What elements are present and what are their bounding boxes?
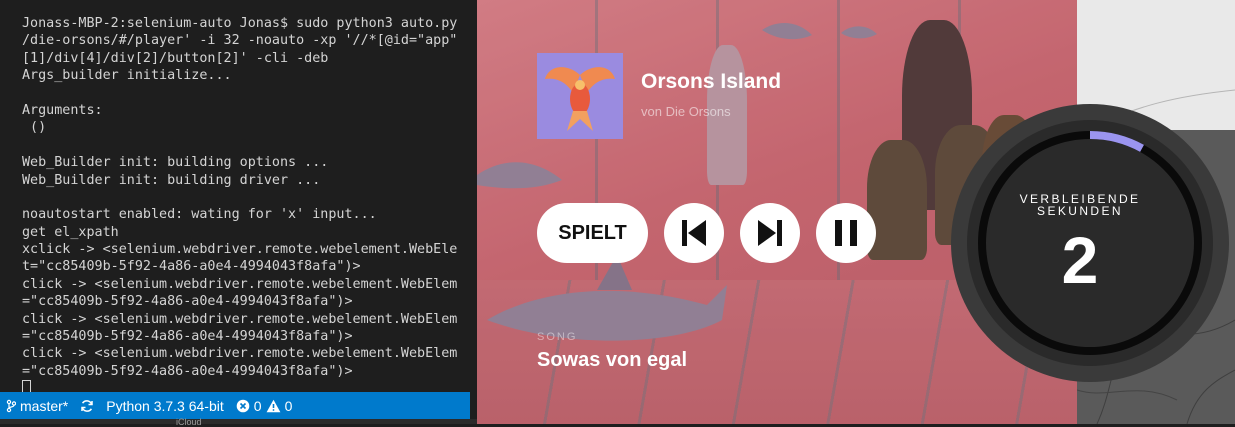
sync-icon: [80, 399, 94, 413]
song-title: Sowas von egal: [537, 349, 688, 371]
sync-button[interactable]: [74, 392, 100, 419]
terminal-line: Args_builder initialize...: [22, 68, 232, 84]
status-bar: master* Python 3.7.3 64-bit 0 0: [0, 392, 470, 419]
terminal-panel[interactable]: Jonass-MBP-2:selenium-auto Jonas$ sudo p…: [0, 0, 477, 392]
warning-icon: [266, 399, 281, 413]
countdown-label: VERBLEIBENDE SEKUNDEN: [1005, 193, 1155, 217]
terminal-line: xclick -> <selenium.webdriver.remote.web…: [22, 242, 458, 258]
terminal-line: Web_Builder init: building options ...: [22, 155, 329, 171]
next-button[interactable]: [740, 203, 800, 263]
pause-button[interactable]: [816, 203, 876, 263]
skip-next-icon: [758, 220, 782, 246]
skip-previous-icon: [682, 220, 706, 246]
warning-count: 0: [284, 397, 293, 414]
terminal-line: Web_Builder init: building driver ...: [22, 172, 321, 188]
git-branch-label: master*: [20, 397, 69, 414]
terminal-line: [1]/div[4]/div[2]/button[2]' -cli -deb: [22, 50, 329, 66]
terminal-line: click -> <selenium.webdriver.remote.webe…: [22, 346, 458, 362]
error-icon: [236, 399, 250, 413]
album-cover: [537, 53, 623, 139]
previous-button[interactable]: [664, 203, 724, 263]
phoenix-artwork-icon: [537, 53, 623, 139]
terminal-line: noautostart enabled: wating for 'x' inpu…: [22, 207, 377, 223]
pause-icon: [835, 220, 857, 246]
album-artist: von Die Orsons: [641, 104, 731, 119]
terminal-line: Arguments:: [22, 102, 103, 118]
dock-strip-label: iCloud: [176, 417, 202, 427]
terminal-line: (): [22, 120, 47, 136]
terminal-line: ="cc85409b-5f92-4a86-a0e4-4994043f8afa")…: [22, 329, 353, 345]
terminal-prompt-line[interactable]: [22, 380, 457, 392]
terminal-cursor: [22, 380, 31, 392]
album-title: Orsons Island: [641, 70, 782, 93]
terminal-line: click -> <selenium.webdriver.remote.webe…: [22, 276, 458, 292]
terminal-output: Jonass-MBP-2:selenium-auto Jonas$ sudo p…: [22, 15, 457, 392]
dock-strip: [0, 419, 477, 424]
terminal-line: get el_xpath: [22, 224, 119, 240]
song-caption: SONG: [537, 331, 578, 343]
terminal-line: t="cc85409b-5f92-4a86-a0e4-4994043f8afa"…: [22, 259, 361, 275]
python-interpreter-item[interactable]: Python 3.7.3 64-bit: [100, 392, 230, 419]
terminal-line: ="cc85409b-5f92-4a86-a0e4-4994043f8afa")…: [22, 294, 353, 310]
error-count: 0: [253, 397, 262, 414]
git-branch-item[interactable]: master*: [0, 392, 74, 419]
terminal-line: ="cc85409b-5f92-4a86-a0e4-4994043f8afa")…: [22, 363, 353, 379]
terminal-line: Jonass-MBP-2:selenium-auto Jonas$ sudo p…: [22, 16, 458, 31]
countdown-seconds: 2: [1061, 223, 1099, 297]
terminal-line: click -> <selenium.webdriver.remote.webe…: [22, 311, 458, 327]
playing-status-button[interactable]: SPIELT: [537, 203, 648, 263]
terminal-line: /die-orsons/#/player' -i 32 -noauto -xp …: [22, 33, 458, 49]
git-branch-icon: [6, 399, 16, 413]
countdown-label-line2: SEKUNDEN: [1037, 204, 1123, 218]
problems-item[interactable]: 0 0: [230, 392, 299, 419]
python-interpreter-label: Python 3.7.3 64-bit: [106, 397, 224, 414]
